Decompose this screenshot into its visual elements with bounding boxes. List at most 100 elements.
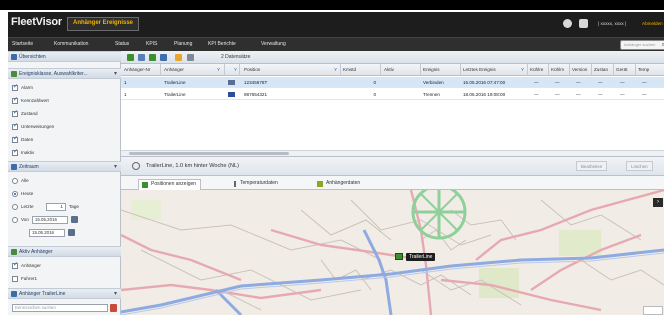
tab-anhaenger[interactable]: Anhängerdaten bbox=[314, 179, 364, 190]
map-canvas bbox=[121, 190, 664, 315]
column-header[interactable]: Ereignis bbox=[423, 67, 440, 72]
checkbox[interactable] bbox=[12, 83, 18, 91]
map-toggle-icon[interactable]: › bbox=[653, 198, 663, 207]
date-to-input[interactable]: 15.05.2016 bbox=[29, 228, 65, 237]
map-icon bbox=[142, 182, 148, 188]
column-header[interactable]: Position bbox=[244, 67, 260, 72]
breadcrumb[interactable]: Anhänger Ereignisse bbox=[67, 17, 140, 31]
table-row[interactable]: 1 TrailerLine 12345678T 0 Verbinden 15.0… bbox=[121, 77, 664, 88]
period-option-alle[interactable]: Alle bbox=[12, 176, 29, 185]
column-header[interactable]: Zustan bbox=[594, 67, 608, 72]
tab-temperatur[interactable]: Temperaturdaten bbox=[228, 179, 282, 190]
logout-link[interactable]: Abmelden bbox=[642, 21, 663, 26]
period-option-von[interactable]: Von 15.05.2016 bbox=[12, 215, 78, 224]
users-icon[interactable] bbox=[579, 19, 588, 28]
period-option-letzte[interactable]: Letzte 1 Tage bbox=[12, 202, 79, 211]
column-header[interactable]: Anhänger-Nr bbox=[124, 67, 150, 72]
delete-button[interactable]: Löschen bbox=[626, 161, 653, 171]
checkbox[interactable] bbox=[12, 148, 18, 156]
cell-nr: 1 bbox=[124, 92, 127, 97]
chevron-down-icon[interactable]: ▾ bbox=[114, 163, 117, 170]
column-header[interactable]: Aktiv bbox=[384, 67, 394, 72]
marker-label[interactable]: TrailerLine bbox=[406, 253, 436, 261]
cell-empty: — bbox=[576, 92, 581, 97]
column-header[interactable]: Version bbox=[572, 67, 587, 72]
search-placeholder: Anhänger suchen bbox=[624, 42, 656, 47]
app-logo[interactable]: FleetVisor bbox=[11, 16, 62, 28]
cell-empty: — bbox=[642, 92, 647, 97]
filter-label: Inaktiv bbox=[21, 150, 35, 155]
period-panel-header[interactable]: Zeitraum ▾ bbox=[8, 161, 121, 172]
menu-item-planung[interactable]: Planung bbox=[174, 41, 192, 47]
trailer-filter-fahrer[interactable]: Fahrer1 bbox=[12, 274, 37, 283]
trailer-panel-header[interactable]: Aktiv Anhänger bbox=[8, 246, 121, 257]
filter-daten[interactable]: Daten bbox=[12, 135, 33, 144]
filter-inaktiv[interactable]: Inaktiv bbox=[12, 148, 34, 157]
filter-icon[interactable]: Y bbox=[334, 67, 337, 72]
grid-toolbar: 2 Datensätze bbox=[121, 51, 664, 64]
export-icon[interactable] bbox=[149, 54, 156, 61]
filter-icon[interactable]: Y bbox=[217, 67, 220, 72]
menu-item-verwaltung[interactable]: Verwaltung bbox=[261, 41, 286, 47]
column-header[interactable]: Kühlre bbox=[530, 67, 543, 72]
filter-label: Daten bbox=[21, 137, 34, 142]
cell-last-event: 15.05.2016 07:47:00 bbox=[463, 80, 506, 85]
filter-kennzahlwert[interactable]: Kennzahlwert bbox=[12, 96, 49, 105]
edit-button[interactable]: Bearbeiten bbox=[576, 161, 608, 171]
column-header[interactable]: Kühlm bbox=[551, 67, 564, 72]
checkbox[interactable] bbox=[12, 275, 18, 282]
overview-header[interactable]: Übersichten bbox=[8, 51, 121, 62]
filter-icon[interactable]: Y bbox=[234, 67, 237, 72]
column-header[interactable]: Gerät bbox=[616, 67, 628, 72]
calendar-icon[interactable] bbox=[70, 216, 78, 223]
trailer-search-header[interactable]: Anhänger TrailerLine ▾ bbox=[8, 288, 121, 299]
chevron-down-icon[interactable]: ▾ bbox=[114, 290, 117, 297]
period-label: Von bbox=[21, 217, 29, 222]
trailer-filter-anhaenger[interactable]: Anhänger bbox=[12, 261, 41, 270]
trailer-search-input[interactable]: Kennzeichen suchen bbox=[12, 304, 108, 312]
scrollbar-thumb[interactable] bbox=[129, 152, 289, 155]
radio[interactable] bbox=[12, 190, 18, 197]
filter-alarm[interactable]: Alarm bbox=[12, 83, 33, 92]
column-header[interactable]: Kmstd bbox=[343, 67, 356, 72]
filter-icon[interactable]: Y bbox=[521, 67, 524, 72]
map-view[interactable]: TrailerLine › bbox=[121, 190, 664, 315]
checkbox[interactable] bbox=[12, 96, 18, 104]
filter-icon[interactable] bbox=[175, 54, 182, 61]
events-panel-header[interactable]: Ereignisklasse, Auswahlkriter... ▾ bbox=[8, 68, 121, 79]
trailer-marker[interactable] bbox=[395, 253, 403, 260]
menu-item-startseite[interactable]: Startseite bbox=[12, 41, 33, 47]
search-input[interactable]: Anhänger suchen ⌕ bbox=[620, 40, 664, 50]
tab-positionen[interactable]: Positionen anzeigen bbox=[138, 179, 202, 190]
filter-unterweisungen[interactable]: Unterweisungen bbox=[12, 122, 54, 131]
radio[interactable] bbox=[12, 203, 18, 210]
checkbox[interactable] bbox=[12, 109, 18, 117]
chevron-down-icon[interactable]: ▾ bbox=[114, 70, 117, 77]
checkbox[interactable] bbox=[12, 261, 18, 269]
days-input[interactable]: 1 bbox=[46, 202, 66, 211]
menu-item-kpis[interactable]: KPIS bbox=[146, 41, 157, 47]
date-from-input[interactable]: 15.05.2016 bbox=[31, 215, 68, 224]
settings-icon[interactable] bbox=[160, 54, 167, 61]
column-header[interactable]: Letztes Ereignis bbox=[463, 67, 496, 72]
column-header[interactable]: Anhänger bbox=[164, 67, 184, 72]
checkbox[interactable] bbox=[12, 135, 18, 143]
menu-item-kommunikation[interactable]: Kommunikation bbox=[54, 41, 88, 47]
chat-icon[interactable] bbox=[563, 19, 572, 28]
cell-position: 987654321 bbox=[244, 92, 267, 97]
menu-item-kpi-berichte[interactable]: KPI Berichte bbox=[208, 41, 236, 47]
filter-zustand[interactable]: Zustand bbox=[12, 109, 38, 118]
radio[interactable] bbox=[12, 177, 18, 184]
calendar-icon[interactable] bbox=[68, 229, 75, 236]
clear-icon[interactable] bbox=[110, 304, 117, 312]
print-icon[interactable] bbox=[187, 54, 194, 61]
refresh-icon[interactable] bbox=[127, 54, 134, 61]
checkbox[interactable] bbox=[12, 122, 18, 130]
column-header[interactable]: Temp bbox=[638, 67, 649, 72]
period-option-heute[interactable]: Heute bbox=[12, 189, 33, 198]
trailer-icon bbox=[11, 249, 17, 255]
radio[interactable] bbox=[12, 216, 18, 223]
table-row[interactable]: 1 TrailerLine 987654321 0 Trennen 18.05.… bbox=[121, 89, 664, 100]
menu-item-status[interactable]: Status bbox=[115, 41, 129, 47]
columns-icon[interactable] bbox=[138, 54, 145, 61]
